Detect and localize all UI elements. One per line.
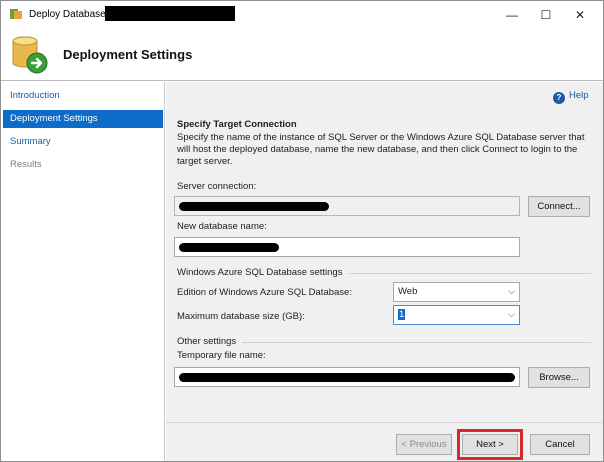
section-description: Specify the name of the instance of SQL …	[177, 132, 585, 167]
footer-divider	[166, 422, 603, 423]
edition-value: Web	[398, 286, 418, 297]
maximize-button[interactable]: ☐	[529, 1, 563, 29]
max-size-value: 1	[398, 309, 406, 320]
server-connection-field[interactable]	[174, 196, 520, 216]
title-bar: Deploy Database — ☐ ✕	[1, 1, 603, 29]
minimize-button[interactable]: —	[495, 1, 529, 29]
help-icon: ?	[553, 92, 565, 104]
window-title: Deploy Database	[29, 9, 106, 20]
sidebar-item-results: Results	[10, 159, 42, 170]
chevron-down-icon: ⌵	[508, 309, 515, 319]
cancel-button[interactable]: Cancel	[530, 434, 590, 455]
connect-button[interactable]: Connect...	[528, 196, 590, 217]
redacted-temporary-file-path	[179, 373, 515, 382]
section-title: Specify Target Connection	[177, 119, 297, 130]
close-button[interactable]: ✕	[563, 1, 597, 29]
page-title: Deployment Settings	[63, 47, 193, 62]
browse-button[interactable]: Browse...	[528, 367, 590, 388]
redacted-title-region	[105, 6, 235, 21]
edition-select[interactable]: Web ⌵	[393, 282, 520, 302]
other-group-divider	[242, 342, 591, 343]
temporary-file-input[interactable]	[174, 367, 520, 387]
sidebar-item-introduction[interactable]: Introduction	[3, 87, 163, 105]
wizard-sidebar: Introduction Deployment Settings Summary…	[1, 82, 165, 461]
app-icon	[10, 9, 22, 19]
deploy-database-window: Deploy Database — ☐ ✕ Deployment Setting…	[0, 0, 604, 462]
next-button-highlight	[457, 429, 523, 460]
server-connection-label: Server connection:	[177, 181, 257, 192]
new-database-name-label: New database name:	[177, 221, 267, 232]
max-size-select[interactable]: 1 ⌵	[393, 305, 520, 325]
azure-group-divider	[349, 273, 591, 274]
previous-button[interactable]: < Previous	[396, 434, 452, 455]
help-link[interactable]: ? Help	[553, 90, 589, 104]
database-deploy-icon	[12, 36, 48, 74]
max-size-label: Maximum database size (GB):	[177, 311, 305, 322]
other-settings-group-title: Other settings	[177, 336, 237, 347]
page-header: Deployment Settings	[1, 29, 603, 81]
temporary-file-label: Temporary file name:	[177, 350, 266, 361]
help-label: Help	[569, 90, 589, 101]
main-panel: ? Help Specify Target Connection Specify …	[166, 82, 603, 461]
edition-label: Edition of Windows Azure SQL Database:	[177, 287, 352, 298]
sidebar-item-summary[interactable]: Summary	[3, 133, 163, 151]
new-database-name-input[interactable]	[174, 237, 520, 257]
redacted-database-name	[179, 243, 279, 252]
azure-settings-group-title: Windows Azure SQL Database settings	[177, 267, 343, 278]
redacted-server-name	[179, 202, 329, 211]
sidebar-item-deployment-settings[interactable]: Deployment Settings	[3, 110, 163, 128]
chevron-down-icon: ⌵	[508, 286, 515, 296]
